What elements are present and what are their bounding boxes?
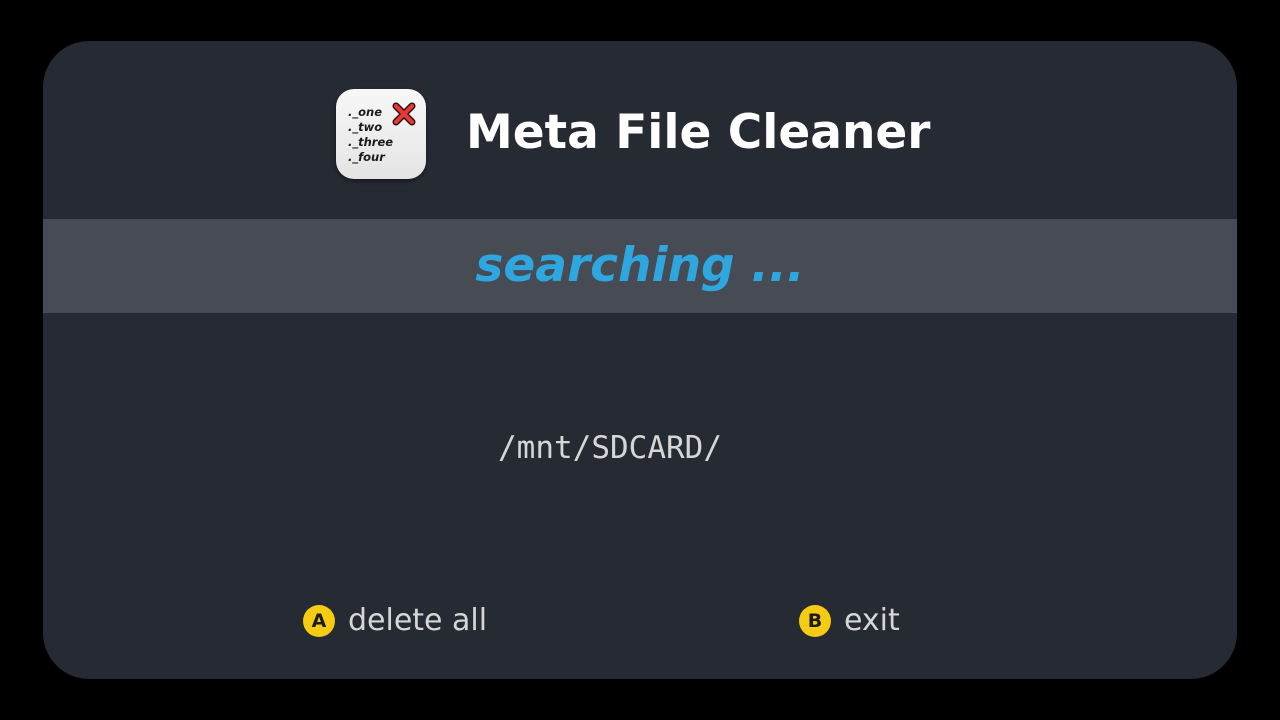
red-x-icon (392, 102, 416, 126)
app-header: ._one ._two ._three ._four Meta File Cle… (43, 41, 1237, 219)
delete-all-button[interactable]: A delete all (303, 601, 487, 641)
current-path: /mnt/SDCARD/ (498, 430, 722, 466)
status-text: searching ... (475, 238, 805, 293)
main-panel: ._one ._two ._three ._four Meta File Cle… (43, 41, 1237, 679)
app-icon-filelist: ._one ._two ._three ._four (348, 105, 394, 164)
a-button-icon: A (303, 605, 335, 637)
delete-all-label: delete all (348, 603, 488, 638)
status-bar: searching ... (43, 219, 1237, 313)
exit-button[interactable]: B exit (799, 601, 900, 641)
app-title: Meta File Cleaner (466, 105, 931, 160)
b-button-icon: B (799, 605, 831, 637)
exit-label: exit (844, 603, 900, 638)
app-icon: ._one ._two ._three ._four (336, 89, 426, 179)
